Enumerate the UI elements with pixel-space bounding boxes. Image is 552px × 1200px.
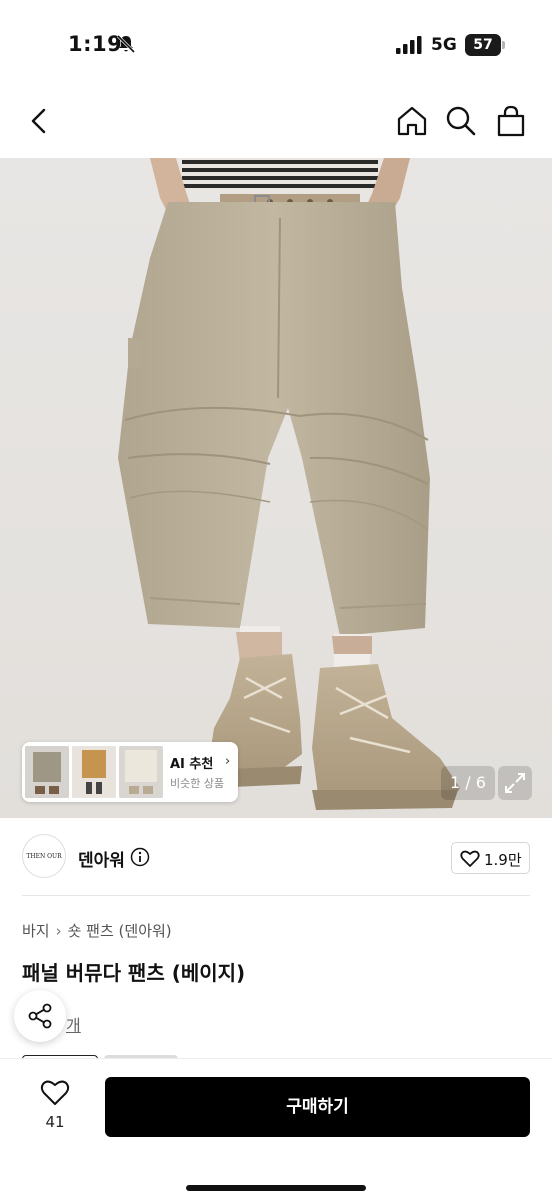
brand-like-count: 1.9만 [484, 851, 522, 869]
breadcrumb-item[interactable]: 숏 팬츠 (덴아워) [68, 922, 172, 940]
product-title: 패널 버뮤다 팬츠 (베이지) [22, 961, 246, 985]
ai-recommend-card[interactable]: AI 추천 › 비슷한 상품 [22, 742, 238, 802]
shopping-bag-icon[interactable] [494, 104, 528, 138]
network-type: 5G [431, 35, 457, 55]
brand-like-button[interactable]: 1.9만 [451, 842, 530, 874]
ai-recommend-title: AI 추천 [170, 757, 214, 772]
buy-button[interactable]: 구매하기 [105, 1077, 530, 1137]
heart-icon [460, 850, 480, 867]
top-nav [0, 92, 552, 158]
breadcrumb: 바지 › 숏 팬츠 (덴아워) [22, 920, 172, 941]
home-icon[interactable] [395, 104, 429, 138]
recommend-thumb[interactable] [72, 746, 116, 798]
wish-count: 41 [45, 1113, 65, 1131]
brand-name[interactable]: 덴아워 [78, 846, 125, 871]
brand-row: THEN OUR 덴아워 1.9만 [0, 834, 552, 882]
image-counter: 1 / 6 [441, 766, 495, 800]
divider [22, 895, 530, 896]
bell-muted-icon [116, 34, 136, 54]
product-image-gallery[interactable]: AI 추천 › 비슷한 상품 1 / 6 [0, 158, 552, 818]
chevron-right-icon: › [55, 922, 62, 940]
review-link[interactable]: 개 [66, 1012, 81, 1036]
breadcrumb-item[interactable]: 바지 [22, 922, 50, 940]
expand-icon [505, 773, 525, 793]
heart-icon[interactable] [40, 1079, 70, 1107]
expand-button[interactable] [498, 766, 532, 800]
product-photo [0, 158, 552, 818]
status-time: 1:19 [68, 32, 123, 56]
product-detail-screen: 1:19 5G 57 AI 추천 › 비슷한 상품 1 / 6 THEN OUR… [0, 0, 552, 1200]
share-button[interactable] [14, 990, 66, 1042]
ai-recommend-subtitle: 비슷한 상품 [170, 777, 225, 790]
home-indicator [186, 1185, 366, 1191]
search-icon[interactable] [444, 104, 478, 138]
battery-level: 57 [473, 37, 493, 53]
chevron-left-icon[interactable] [22, 104, 56, 138]
signal-icon [396, 36, 422, 54]
bottom-action-bar: 41 구매하기 [0, 1058, 552, 1200]
status-bar: 1:19 5G 57 [0, 0, 552, 92]
info-icon[interactable] [130, 847, 150, 867]
share-icon [28, 1003, 52, 1029]
battery-icon: 57 [465, 34, 505, 56]
recommend-thumb[interactable] [119, 746, 163, 798]
recommend-thumb[interactable] [25, 746, 69, 798]
chevron-right-icon: › [225, 754, 231, 769]
brand-logo[interactable]: THEN OUR [22, 834, 66, 878]
